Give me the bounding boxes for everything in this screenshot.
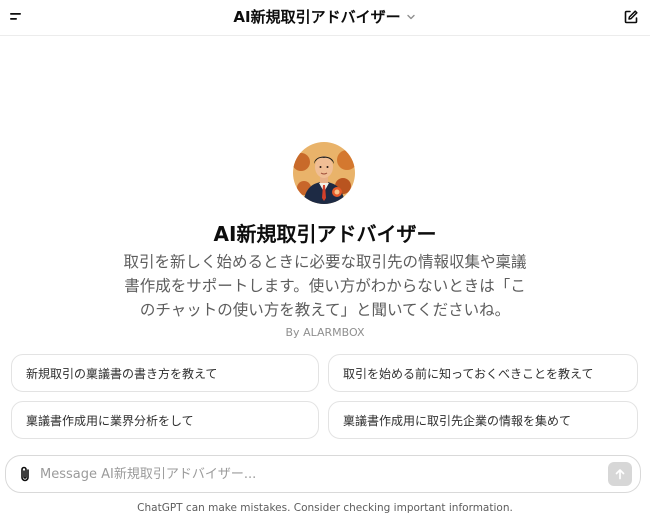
- message-composer: [5, 455, 641, 493]
- gpt-description: 取引を新しく始めるときに必要な取引先の情報収集や稟議書作成をサポートします。使い…: [123, 253, 527, 319]
- disclaimer-text: ChatGPT can make mistakes. Consider chec…: [137, 502, 513, 514]
- header-title: AI新規取引アドバイザー: [233, 8, 401, 26]
- gpt-name: AI新規取引アドバイザー: [213, 222, 437, 246]
- suggestion-card-1[interactable]: 新規取引の稟議書の書き方を教えて: [11, 354, 319, 392]
- arrow-up-icon: [615, 469, 625, 480]
- businessman-avatar-icon: [293, 142, 355, 204]
- suggestion-card-4[interactable]: 稟議書作成用に取引先企業の情報を集めて: [328, 401, 638, 439]
- message-input[interactable]: [40, 464, 580, 484]
- model-selector[interactable]: AI新規取引アドバイザー: [233, 6, 416, 28]
- header-title-area: AI新規取引アドバイザー: [0, 6, 650, 28]
- suggestion-card-2[interactable]: 取引を始める前に知っておくべきことを教えて: [328, 354, 638, 392]
- top-bar: AI新規取引アドバイザー: [0, 0, 650, 36]
- paperclip-icon: [21, 466, 29, 482]
- new-chat-button[interactable]: [620, 6, 642, 28]
- suggestion-card-3[interactable]: 稟議書作成用に業界分析をして: [11, 401, 319, 439]
- chevron-down-icon: [406, 14, 415, 20]
- gpt-avatar: [293, 142, 355, 204]
- send-button[interactable]: [608, 462, 632, 486]
- edit-icon: [624, 10, 638, 24]
- gpt-author: By ALARMBOX: [285, 326, 365, 339]
- attach-button[interactable]: [14, 463, 36, 485]
